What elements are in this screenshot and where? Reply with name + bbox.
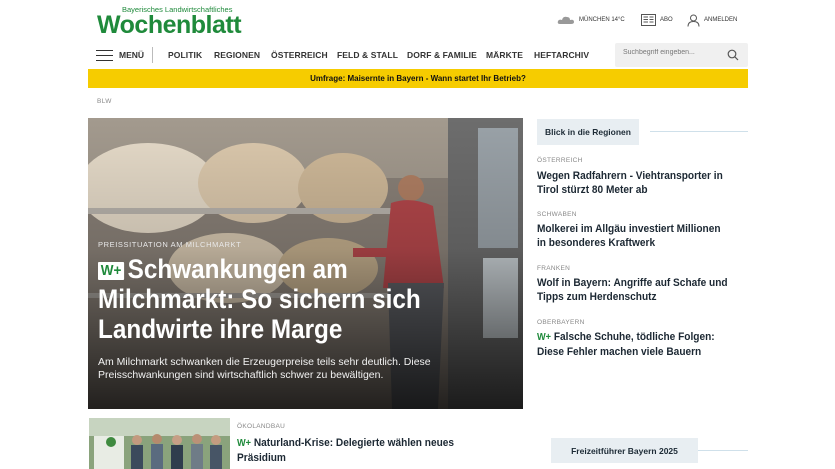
sidebar-story-title[interactable]: Wolf in Bayern: Angriffe auf Schafe und … [537, 276, 731, 304]
story-region: OBERBAYERN [537, 319, 585, 326]
survey-banner[interactable]: Umfrage: Maisernte in Bayern - Wann star… [88, 69, 748, 88]
weather-widget[interactable]: MÜNCHEN 14°C [557, 13, 625, 27]
search-input[interactable] [623, 49, 723, 56]
article-title-text: Naturland-Krise: Delegierte wählen neues… [237, 437, 455, 464]
nav-item-regionen[interactable]: REGIONEN [214, 50, 260, 60]
hero-headline-text: Schwankungen am Milchmarkt: So sichern s… [98, 254, 421, 344]
sidebar-title: Blick in die Regionen [537, 119, 639, 145]
site-logo[interactable]: Bayerisches Landwirtschaftliches Wochenb… [97, 5, 257, 39]
premium-badge: W+ [98, 262, 125, 280]
article-thumbnail-image [89, 418, 230, 469]
article-kicker: ÖKOLANDBAU [237, 423, 286, 430]
weather-text: MÜNCHEN 14°C [579, 17, 625, 23]
survey-banner-text: Umfrage: Maisernte in Bayern - Wann star… [310, 74, 526, 83]
sidebar-story-title[interactable]: W+ Falsche Schuhe, tödliche Folgen: Diese… [537, 330, 731, 359]
hero-kicker: PREISSITUATION AM MILCHMARKT [98, 240, 242, 249]
search-box [615, 43, 748, 67]
premium-badge: W+ [537, 332, 552, 343]
login-label: ANMELDEN [704, 17, 738, 23]
article-thumbnail[interactable] [89, 418, 230, 469]
story-region: ÖSTERREICH [537, 157, 583, 164]
main-nav: MENÜ POLITIK REGIONEN ÖSTERREICH FELD & … [96, 42, 748, 68]
sidebar-story-text: Falsche Schuhe, tödliche Folgen: Diese F… [537, 331, 715, 358]
menu-label: MENÜ [119, 50, 145, 60]
nav-item-feld-stall[interactable]: FELD & STALL [337, 50, 398, 60]
abo-label: ABO [660, 17, 673, 23]
logo-wordmark: Wochenblatt [97, 11, 242, 39]
user-icon [687, 14, 700, 27]
sidebar-story-title[interactable]: Molkerei im Allgäu investiert Millionen … [537, 222, 731, 250]
nav-item-dorf-familie[interactable]: DORF & FAMILIE [407, 50, 477, 60]
breadcrumb[interactable]: BLW [97, 98, 112, 105]
article-title[interactable]: W+ Naturland-Krise: Delegierte wählen neu… [237, 436, 476, 465]
promo-label[interactable]: Freizeitführer Bayern 2025 [551, 438, 698, 463]
login-link[interactable]: ANMELDEN [687, 13, 737, 27]
search-icon[interactable] [727, 49, 739, 61]
hero-teaser: Am Milchmarkt schwanken die Erzeugerprei… [98, 356, 431, 381]
nav-item-politik[interactable]: POLITIK [168, 50, 202, 60]
nav-item-oesterreich[interactable]: ÖSTERREICH [271, 50, 328, 60]
abo-link[interactable]: ABO [641, 13, 673, 27]
hero-headline[interactable]: W+ Schwankungen am Milchmarkt: So sichern… [98, 254, 422, 344]
nav-item-heftarchiv[interactable]: HEFTARCHIV [534, 50, 589, 60]
sidebar-title-rule [650, 131, 748, 132]
hero-article[interactable]: PREISSITUATION AM MILCHMARKT W+ Schwankun… [88, 118, 523, 409]
newspaper-icon [641, 14, 656, 26]
story-region: SCHWABEN [537, 211, 577, 218]
cloud-icon [557, 16, 574, 24]
sidebar-story-title[interactable]: Wegen Radfahrern - Viehtransporter in Ti… [537, 169, 731, 197]
promo-rule [698, 450, 748, 451]
nav-divider [152, 47, 153, 63]
hamburger-icon [96, 49, 113, 61]
story-region: FRANKEN [537, 265, 571, 272]
menu-button[interactable]: MENÜ [96, 46, 144, 64]
premium-badge: W+ [237, 438, 252, 449]
nav-item-maerkte[interactable]: MÄRKTE [486, 50, 523, 60]
